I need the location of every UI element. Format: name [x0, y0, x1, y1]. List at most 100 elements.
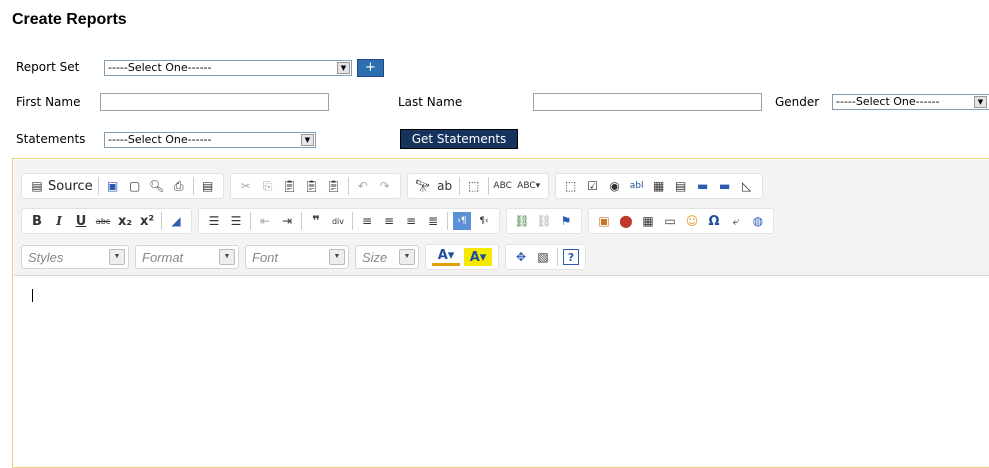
toolbar-group-colors: A▾ A▾ [425, 244, 499, 270]
numbered-list-icon[interactable]: ☰ [205, 212, 223, 230]
statements-value: -----Select One------ [108, 133, 212, 146]
chevron-down-icon[interactable]: ▼ [974, 96, 987, 108]
new-page-icon[interactable]: ▢ [126, 177, 144, 195]
remove-format-icon[interactable]: ◢ [167, 212, 185, 230]
button-icon[interactable]: ▬ [694, 177, 712, 195]
chevron-down-icon[interactable]: ▼ [337, 62, 350, 74]
save-icon[interactable]: ▣ [104, 177, 122, 195]
bold-icon[interactable]: B [28, 212, 46, 230]
maximize-icon[interactable]: ✥ [512, 248, 530, 266]
toolbar-group-paragraph: ☰ ☰ ⇤ ⇥ ❞ div ≡ ≡ ≡ ≣ ›¶ ¶‹ [198, 208, 500, 234]
text-color-icon[interactable]: A▾ [432, 248, 460, 266]
undo-icon[interactable]: ↶ [354, 177, 372, 195]
superscript-icon[interactable]: x² [138, 212, 156, 230]
checkbox-icon[interactable]: ☑ [584, 177, 602, 195]
last-name-input[interactable] [533, 93, 762, 111]
chevron-down-icon[interactable]: ▼ [301, 134, 314, 146]
blockquote-icon[interactable]: ❞ [307, 212, 325, 230]
iframe-icon[interactable]: ◍ [749, 212, 767, 230]
toolbar-group-links: ⛓ ⛓ ⚑ [506, 208, 582, 234]
paste-icon[interactable]: 📋︎ [281, 177, 299, 195]
preview-icon[interactable]: 🔍︎ [148, 177, 166, 195]
report-set-value: -----Select One------ [108, 61, 212, 74]
unlink-icon[interactable]: ⛓ [535, 212, 553, 230]
add-report-set-button[interactable]: + [357, 59, 384, 77]
chevron-down-icon[interactable]: ▼ [329, 249, 345, 265]
get-statements-button[interactable]: Get Statements [400, 129, 518, 149]
font-combo[interactable]: Font ▼ [245, 245, 349, 269]
smiley-icon[interactable]: ☺ [683, 212, 701, 230]
anchor-icon[interactable]: ⚑ [557, 212, 575, 230]
editor-toolbar: ▤ Source ▣ ▢ 🔍︎ ⎙ ▤ ✂ ⎘ 📋︎ 📋︎ 📋︎ ↶ ↷ 🔭︎ … [14, 160, 989, 276]
ltr-icon[interactable]: ›¶ [453, 212, 471, 230]
image-icon[interactable]: ▣ [595, 212, 613, 230]
chevron-down-icon[interactable]: ▼ [109, 249, 125, 265]
subscript-icon[interactable]: x₂ [116, 212, 134, 230]
gender-label: Gender [775, 95, 820, 109]
text-cursor [32, 289, 33, 302]
report-set-label: Report Set [16, 60, 80, 74]
select-all-icon[interactable]: ⬚ [465, 177, 483, 195]
align-right-icon[interactable]: ≡ [402, 212, 420, 230]
replace-icon[interactable]: ab [436, 177, 454, 195]
gender-select[interactable]: -----Select One------ ▼ [832, 94, 989, 110]
form-icon[interactable]: ⬚ [562, 177, 580, 195]
about-icon[interactable]: ? [563, 249, 579, 265]
rich-text-editor: ▤ Source ▣ ▢ 🔍︎ ⎙ ▤ ✂ ⎘ 📋︎ 📋︎ 📋︎ ↶ ↷ 🔭︎ … [12, 158, 989, 468]
gender-value: -----Select One------ [836, 95, 940, 108]
spell-check-as-you-type-icon[interactable]: ABC▾ [516, 177, 542, 195]
spell-check-icon[interactable]: ABC [493, 177, 511, 195]
bg-color-icon[interactable]: A▾ [464, 248, 492, 266]
radio-icon[interactable]: ◉ [606, 177, 624, 195]
textarea-icon[interactable]: ▦ [650, 177, 668, 195]
toolbar-group-editing: 🔭︎ ab ⬚ ABC ABC▾ [406, 173, 549, 199]
special-char-icon[interactable]: Ω [705, 212, 723, 230]
paste-word-icon[interactable]: 📋︎ [325, 177, 343, 195]
show-blocks-icon[interactable]: ▧ [534, 248, 552, 266]
first-name-input[interactable] [100, 93, 329, 111]
page-break-icon[interactable]: ⤶ [727, 212, 745, 230]
flash-icon[interactable]: ⬤ [617, 212, 635, 230]
styles-combo[interactable]: Styles ▼ [21, 245, 129, 269]
image-button-icon[interactable]: ▬ [716, 177, 734, 195]
justify-icon[interactable]: ≣ [424, 212, 442, 230]
templates-icon[interactable]: ▤ [199, 177, 217, 195]
report-set-select[interactable]: -----Select One------ ▼ [104, 60, 352, 76]
link-icon[interactable]: ⛓ [513, 212, 531, 230]
font-combo-label: Font [252, 249, 279, 265]
text-field-icon[interactable]: abl [628, 177, 646, 195]
bulleted-list-icon[interactable]: ☰ [227, 212, 245, 230]
create-div-icon[interactable]: div [329, 212, 347, 230]
find-icon[interactable]: 🔭︎ [414, 177, 432, 195]
format-combo[interactable]: Format ▼ [135, 245, 239, 269]
styles-combo-label: Styles [28, 249, 64, 265]
hidden-field-icon[interactable]: ◺ [738, 177, 756, 195]
strike-icon[interactable]: abc [94, 212, 112, 230]
select-field-icon[interactable]: ▤ [672, 177, 690, 195]
source-icon: ▤ [31, 179, 43, 193]
print-icon[interactable]: ⎙ [170, 177, 188, 195]
toolbar-group-forms: ⬚ ☑ ◉ abl ▦ ▤ ▬ ▬ ◺ [554, 173, 763, 199]
redo-icon[interactable]: ↷ [376, 177, 394, 195]
editor-content-area[interactable] [14, 276, 989, 467]
align-center-icon[interactable]: ≡ [380, 212, 398, 230]
cut-icon[interactable]: ✂ [237, 177, 255, 195]
size-combo[interactable]: Size ▼ [355, 245, 419, 269]
copy-icon[interactable]: ⎘ [259, 177, 277, 195]
indent-icon[interactable]: ⇥ [278, 212, 296, 230]
chevron-down-icon[interactable]: ▼ [399, 249, 415, 265]
table-icon[interactable]: ▦ [639, 212, 657, 230]
paste-text-icon[interactable]: 📋︎ [303, 177, 321, 195]
format-combo-label: Format [142, 249, 184, 265]
outdent-icon[interactable]: ⇤ [256, 212, 274, 230]
statements-label: Statements [16, 132, 86, 146]
toolbar-row-1: ▤ Source ▣ ▢ 🔍︎ ⎙ ▤ ✂ ⎘ 📋︎ 📋︎ 📋︎ ↶ ↷ 🔭︎ … [21, 172, 769, 200]
chevron-down-icon[interactable]: ▼ [219, 249, 235, 265]
source-button[interactable]: Source [48, 179, 93, 194]
statements-select[interactable]: -----Select One------ ▼ [104, 132, 316, 148]
underline-icon[interactable]: U [72, 212, 90, 230]
horizontal-rule-icon[interactable]: ▭ [661, 212, 679, 230]
rtl-icon[interactable]: ¶‹ [475, 212, 493, 230]
align-left-icon[interactable]: ≡ [358, 212, 376, 230]
italic-icon[interactable]: I [50, 212, 68, 230]
